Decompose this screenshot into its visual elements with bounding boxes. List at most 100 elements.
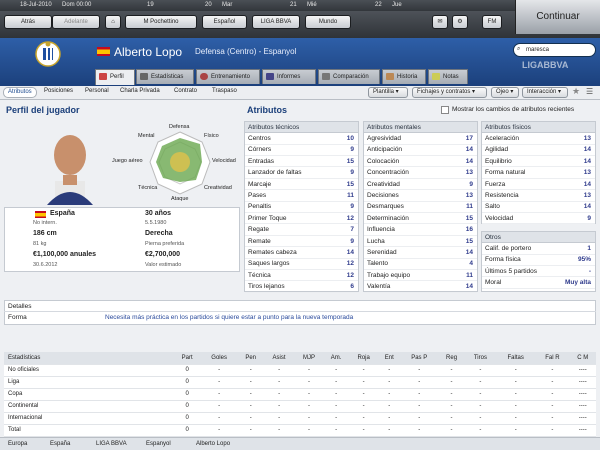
stats-cell: - <box>323 424 349 437</box>
stats-cell: - <box>438 424 465 437</box>
attribute-name: Córners <box>248 146 272 154</box>
tab-comparacion[interactable]: Comparación <box>318 69 380 84</box>
attribute-name: Entradas <box>248 157 275 165</box>
attribute-name: Influencia <box>367 226 395 234</box>
nationality-flag-icon <box>35 211 46 218</box>
history-icon <box>386 73 394 80</box>
attribute-value: 9 <box>587 214 591 222</box>
breadcrumb-item[interactable]: España <box>50 441 70 447</box>
show-changes-checkbox[interactable] <box>441 106 449 114</box>
stats-header[interactable]: MJP <box>294 352 324 365</box>
breadcrumb-item[interactable]: Alberto Lopo <box>196 441 230 447</box>
attribute-name: Colocación <box>367 157 400 165</box>
options-icon[interactable]: ☰ <box>586 87 593 96</box>
scout-menu[interactable]: Ojeo ▾ <box>491 87 519 98</box>
subtab-contrato[interactable]: Contrato <box>174 88 197 94</box>
date-19: 19 <box>147 2 154 8</box>
attribute-name: Pases <box>248 192 267 199</box>
stats-table: Estadísticas Part Goles Pen Asist MJP Am. Roja E… <box>4 352 596 437</box>
stats-cell: ---- <box>569 424 596 437</box>
radar-label: Velocidad <box>212 158 236 164</box>
stats-header[interactable]: Estadísticas <box>4 352 174 365</box>
tab-estadisticas[interactable]: Estadísticas <box>136 69 194 84</box>
stats-header[interactable]: Part <box>174 352 201 365</box>
attribute-name: Salto <box>485 203 500 211</box>
stats-cell: - <box>323 388 349 401</box>
forward-button[interactable]: Adelante <box>52 15 100 29</box>
attribute-row: Concentración 13 <box>364 167 477 179</box>
attribute-name: Valentía <box>367 283 391 291</box>
attribute-value: 15 <box>346 157 354 165</box>
attribute-value: 11 <box>466 203 473 211</box>
breadcrumb-item[interactable]: LIGA BBVA <box>96 441 127 447</box>
attribute-row: Velocidad 9 <box>482 213 595 225</box>
stats-header[interactable]: Goles <box>200 352 238 365</box>
stats-row: No oficiales 0- - - - - - - - - - - - ---- <box>4 364 596 377</box>
back-button[interactable]: Atrás <box>4 15 52 29</box>
physical-box: Atributos físicos Aceleración 13 Agilidad 1… <box>481 121 596 225</box>
stats-header[interactable]: Ent <box>378 352 401 365</box>
subtab-atributos[interactable]: Atributos <box>3 87 37 98</box>
stats-header[interactable]: Tiros <box>464 352 497 365</box>
stats-header[interactable]: Asist <box>263 352 295 365</box>
stats-header[interactable]: Pas P <box>400 352 439 365</box>
tab-entrenamiento[interactable]: Entrenamiento <box>196 69 260 84</box>
stats-cell: - <box>464 412 497 425</box>
form-description: Necesita más práctica en los partidos si… <box>105 314 354 321</box>
attribute-value: 14 <box>583 157 591 165</box>
attribute-row: Talento 4 <box>364 258 477 270</box>
home-button[interactable]: ⌂ <box>105 15 121 29</box>
attribute-name: Técnica <box>248 271 271 279</box>
subtab-charla[interactable]: Charla Privada <box>120 88 160 94</box>
stats-header[interactable]: Faltas <box>496 352 536 365</box>
attribute-row: Lucha 15 <box>364 236 477 248</box>
stats-header[interactable]: Pen <box>237 352 264 365</box>
settings-button[interactable]: ⚙ <box>452 15 468 29</box>
tab-label: Entrenamiento <box>211 74 251 80</box>
attribute-value: 15 <box>346 180 354 188</box>
stats-header[interactable]: C M <box>569 352 596 365</box>
continue-button[interactable]: Continuar <box>515 0 600 34</box>
stats-cell: - <box>400 388 439 401</box>
attribute-name: Centros <box>248 135 271 142</box>
fm-menu-button[interactable]: FM <box>482 15 502 29</box>
star-icon[interactable]: ★ <box>572 86 580 97</box>
attribute-row: Equilibrio 14 <box>482 156 595 168</box>
league-menu[interactable]: LIGA BBVA <box>252 15 300 29</box>
stats-header[interactable]: Roja <box>348 352 379 365</box>
stats-header[interactable]: Am. <box>323 352 349 365</box>
tab-informes[interactable]: Informes <box>262 69 316 84</box>
tab-perfil[interactable]: Perfil <box>95 69 135 85</box>
attribute-row: Serenidad 14 <box>364 247 477 259</box>
stats-cell: - <box>496 364 536 377</box>
interaction-menu[interactable]: Interacción ▾ <box>522 87 568 98</box>
mail-button[interactable]: ✉ <box>432 15 448 29</box>
tab-historia[interactable]: Historia <box>382 69 426 84</box>
subtab-traspaso[interactable]: Traspaso <box>212 88 237 94</box>
transfers-menu[interactable]: Fichajes y contratos ▾ <box>412 87 487 98</box>
attribute-value: 13 <box>583 192 591 199</box>
subtab-posiciones[interactable]: Posiciones <box>44 88 73 94</box>
stats-header[interactable]: Reg <box>438 352 465 365</box>
radar-label: Técnica <box>138 185 158 191</box>
other-box: Otros Calif. de portero 1 Forma física 95% Ú… <box>481 231 596 292</box>
stats-cell: - <box>438 412 465 425</box>
details-divider <box>4 311 596 312</box>
attribute-name: Tiros lejanos <box>248 283 285 291</box>
breadcrumb-item[interactable]: Espanyol <box>146 441 171 447</box>
stats-header[interactable]: Fal R <box>535 352 570 365</box>
menu-label: Plantilla <box>373 89 395 95</box>
stats-cell: ---- <box>569 388 596 401</box>
manager-menu[interactable]: M Pochettino <box>125 15 197 29</box>
search-input[interactable]: ⌕ maresca <box>513 43 596 57</box>
breadcrumb-item[interactable]: Europa <box>8 441 27 447</box>
stats-cell: - <box>323 412 349 425</box>
date-mar: Mar <box>222 2 233 8</box>
stats-cell: - <box>200 388 238 401</box>
tab-notas[interactable]: Notas <box>428 69 468 84</box>
language-menu[interactable]: Español <box>202 15 247 29</box>
world-menu[interactable]: Mundo <box>305 15 351 29</box>
squad-menu[interactable]: Plantilla ▾ <box>368 87 408 98</box>
calendar-strip[interactable]: 18-Jul-2010 Dom 00:00 19 20 Mar 21 Mié 2… <box>0 0 515 11</box>
subtab-personal[interactable]: Personal <box>85 88 109 94</box>
